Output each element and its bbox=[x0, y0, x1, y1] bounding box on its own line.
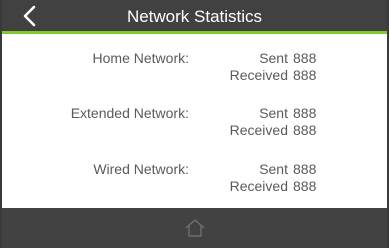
header-bar: Network Statistics bbox=[2, 0, 387, 34]
received-value: 888 bbox=[293, 178, 317, 194]
sent-label: Sent bbox=[259, 50, 288, 66]
received-value: 888 bbox=[293, 122, 317, 138]
network-row-extended: Extended Network: Sent 888 Received 888 bbox=[2, 89, 387, 138]
network-row-wired: Wired Network: Sent 888 Received 888 bbox=[2, 145, 387, 194]
received-value: 888 bbox=[293, 67, 317, 83]
network-label: Wired Network: bbox=[93, 161, 189, 177]
sent-value: 888 bbox=[293, 50, 317, 66]
received-label: Received bbox=[229, 67, 288, 83]
stats-content: Home Network: Sent 888 Received 888 Exte… bbox=[2, 34, 387, 208]
received-label: Received bbox=[229, 122, 288, 138]
sent-value: 888 bbox=[293, 161, 317, 177]
network-label: Home Network: bbox=[92, 50, 189, 66]
sent-label: Sent bbox=[259, 105, 288, 121]
network-label: Extended Network: bbox=[70, 105, 189, 121]
sent-label: Sent bbox=[259, 161, 288, 177]
sent-value: 888 bbox=[293, 105, 317, 121]
page-title: Network Statistics bbox=[126, 7, 263, 26]
received-label: Received bbox=[229, 178, 288, 194]
home-button[interactable] bbox=[182, 215, 208, 241]
home-icon bbox=[185, 219, 204, 237]
network-row-home: Home Network: Sent 888 Received 888 bbox=[2, 34, 387, 83]
footer-bar bbox=[2, 208, 387, 248]
network-statistics-screen: Network Statistics Home Network: Sent 88… bbox=[0, 0, 389, 248]
